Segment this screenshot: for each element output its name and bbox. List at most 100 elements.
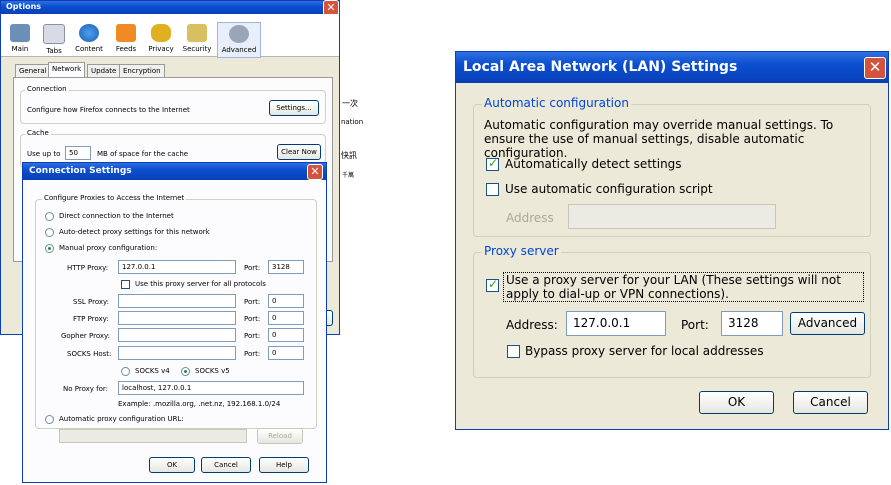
tab-encryption[interactable]: Encryption xyxy=(119,64,165,77)
detect-checkbox[interactable] xyxy=(486,156,499,171)
label-socks4: SOCKS v4 xyxy=(135,367,170,375)
connection-settings-dialog: Connection Settings ✕ Configure Proxies … xyxy=(22,162,327,483)
proxy-address-input[interactable]: 127.0.0.1 xyxy=(566,311,666,336)
conn-help-button[interactable]: Help xyxy=(259,457,309,473)
lock-icon xyxy=(187,24,207,42)
conn-ok-button[interactable]: OK xyxy=(149,457,195,473)
reload-button[interactable]: Reload xyxy=(257,428,303,444)
bypass-checkbox[interactable] xyxy=(507,345,520,358)
use-proxy-checkbox[interactable] xyxy=(486,277,499,292)
background-page: 一次 nation 快訊 千萬 xyxy=(340,0,364,270)
gear-icon xyxy=(229,25,249,43)
clear-now-button[interactable]: Clear Now xyxy=(277,144,321,160)
radio-socks5[interactable] xyxy=(181,367,190,376)
lan-cancel-button[interactable]: Cancel xyxy=(793,391,868,414)
no-proxy-input[interactable]: localhost, 127.0.0.1 xyxy=(118,381,304,395)
lan-title: Local Area Network (LAN) Settings xyxy=(463,59,738,75)
tab-general[interactable]: General xyxy=(15,64,51,77)
privacy-mask-icon xyxy=(151,24,171,42)
socks-port-input[interactable]: 0 xyxy=(268,346,304,360)
proxy-port-input[interactable]: 3128 xyxy=(721,311,783,336)
lan-close-button[interactable]: ✕ xyxy=(864,57,886,79)
advanced-button[interactable]: Advanced xyxy=(790,312,865,335)
conn-cancel-button[interactable]: Cancel xyxy=(201,457,251,473)
ssl-proxy-label: SSL Proxy: xyxy=(73,298,110,306)
conn-titlebar[interactable]: Connection Settings xyxy=(23,163,326,180)
conn-title: Connection Settings xyxy=(29,166,132,176)
ssl-proxy-input[interactable] xyxy=(118,294,236,308)
radio-socks4[interactable] xyxy=(121,367,130,376)
radio-auto-url[interactable] xyxy=(45,415,54,424)
bg-fragment-4: 千萬 xyxy=(342,172,355,179)
gopher-port-input[interactable]: 0 xyxy=(268,328,304,342)
bg-fragment-2: nation xyxy=(341,118,364,126)
script-address-input[interactable] xyxy=(568,204,776,229)
toolbar-feeds[interactable]: Feeds xyxy=(109,24,143,53)
label-auto-url: Automatic proxy configuration URL: xyxy=(59,415,184,423)
globe-icon xyxy=(79,24,99,42)
proxies-group-label: Configure Proxies to Access the Internet xyxy=(42,194,187,202)
toolbar-security[interactable]: Security xyxy=(180,24,214,53)
script-checkbox[interactable] xyxy=(486,183,499,196)
ftp-proxy-label: FTP Proxy: xyxy=(73,315,109,323)
options-title: Options xyxy=(6,2,42,11)
cache-group-label: Cache xyxy=(25,129,51,137)
connection-text: Configure how Firefox connects to the In… xyxy=(27,106,190,114)
settings-button[interactable]: Settings... xyxy=(269,100,319,116)
use-proxy-label: Use a proxy server for your LAN (These s… xyxy=(503,272,864,302)
tab-update[interactable]: Update xyxy=(87,64,121,77)
script-label: Use automatic configuration script xyxy=(505,182,713,196)
tab-network[interactable]: Network xyxy=(48,62,86,78)
http-port-input[interactable]: 3128 xyxy=(268,260,304,274)
radio-direct[interactable] xyxy=(45,212,54,221)
auto-config-desc: Automatic configuration may override man… xyxy=(484,118,834,160)
toolbar-privacy[interactable]: Privacy xyxy=(144,24,178,53)
lan-titlebar[interactable]: Local Area Network (LAN) Settings xyxy=(456,52,888,83)
gopher-proxy-label: Gopher Proxy: xyxy=(61,332,111,340)
same-proxy-label: Use this proxy server for all protocols xyxy=(135,280,266,288)
no-proxy-example: Example: .mozilla.org, .net.nz, 192.168.… xyxy=(118,400,281,408)
rss-icon xyxy=(116,24,136,42)
toolbar-advanced[interactable]: Advanced xyxy=(217,22,261,58)
ftp-port-label: Port: xyxy=(244,315,261,323)
auto-config-group-label: Automatic configuration xyxy=(482,96,631,110)
proxy-port-label: Port: xyxy=(681,318,709,332)
connection-group: Connection Configure how Firefox connect… xyxy=(20,85,326,124)
ssl-port-label: Port: xyxy=(244,298,261,306)
options-titlebar[interactable]: Options xyxy=(1,1,339,14)
auto-url-input[interactable] xyxy=(59,429,247,443)
bypass-label: Bypass proxy server for local addresses xyxy=(525,344,764,358)
conn-close-button[interactable]: ✕ xyxy=(307,164,323,180)
toolbar-main[interactable]: Main xyxy=(3,24,37,53)
detect-label: Automatically detect settings xyxy=(505,157,682,171)
toolbar-tabs[interactable]: Tabs xyxy=(37,24,71,55)
proxy-address-label: Address: xyxy=(506,318,558,332)
house-icon xyxy=(10,24,30,42)
label-auto-detect: Auto-detect proxy settings for this netw… xyxy=(59,228,210,236)
radio-auto-detect[interactable] xyxy=(45,228,54,237)
options-toolbar: Main Tabs Content Feeds Privacy Security… xyxy=(1,14,339,58)
tabs-icon xyxy=(43,24,65,44)
ftp-port-input[interactable]: 0 xyxy=(268,311,304,325)
same-proxy-checkbox[interactable] xyxy=(121,280,130,289)
lan-ok-button[interactable]: OK xyxy=(699,391,774,414)
proxy-server-group-label: Proxy server xyxy=(482,244,561,258)
bg-fragment-3: 快訊 xyxy=(341,151,357,160)
label-direct: Direct connection to the Internet xyxy=(59,212,174,220)
socks-port-label: Port: xyxy=(244,350,261,358)
cache-size-input[interactable]: 50 xyxy=(65,146,91,160)
radio-manual[interactable] xyxy=(45,244,54,253)
label-socks5: SOCKS v5 xyxy=(195,367,230,375)
gopher-port-label: Port: xyxy=(244,332,261,340)
ssl-port-input[interactable]: 0 xyxy=(268,294,304,308)
ftp-proxy-input[interactable] xyxy=(118,311,236,325)
socks-host-input[interactable] xyxy=(118,346,236,360)
gopher-proxy-input[interactable] xyxy=(118,328,236,342)
no-proxy-label: No Proxy for: xyxy=(63,385,109,393)
http-proxy-input[interactable]: 127.0.0.1 xyxy=(118,260,236,274)
toolbar-content[interactable]: Content xyxy=(72,24,106,53)
lan-settings-dialog: Local Area Network (LAN) Settings ✕ Auto… xyxy=(455,51,889,430)
label-manual: Manual proxy configuration: xyxy=(59,244,158,252)
socks-host-label: SOCKS Host: xyxy=(67,350,112,358)
http-proxy-label: HTTP Proxy: xyxy=(67,264,109,272)
